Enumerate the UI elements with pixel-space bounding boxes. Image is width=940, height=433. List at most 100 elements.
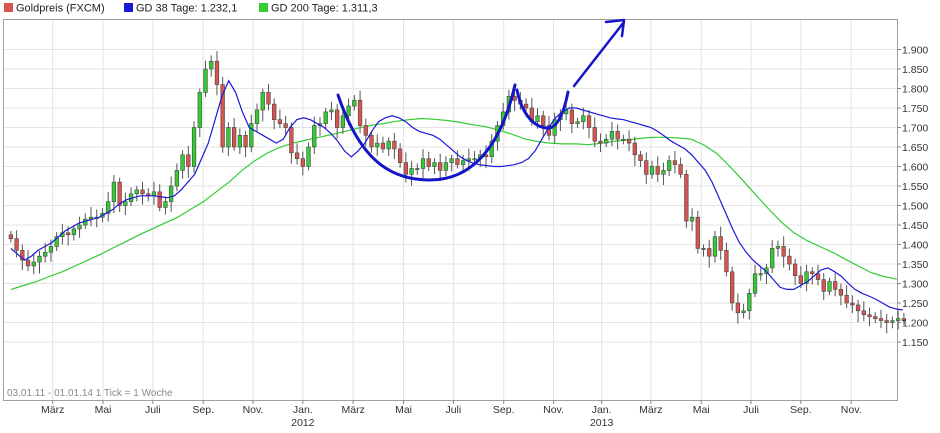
candle-body — [878, 318, 884, 321]
candle-body — [810, 271, 815, 275]
candle-body — [867, 314, 872, 317]
y-tick-label: 1.750 — [902, 103, 928, 115]
candle-body — [609, 131, 615, 140]
candle-body — [884, 320, 889, 323]
candle-body — [541, 115, 546, 126]
candle-body — [191, 127, 197, 167]
legend-swatch-gd38 — [124, 3, 133, 12]
candle-body — [289, 127, 294, 154]
candle-body — [449, 158, 454, 163]
candle-body — [707, 248, 712, 257]
candle-body — [460, 160, 466, 165]
candle-body — [855, 304, 861, 312]
candle-body — [375, 142, 380, 148]
candle-body — [43, 252, 48, 257]
candle-body — [890, 320, 895, 323]
candle-body — [277, 119, 283, 124]
candle-body — [861, 310, 866, 315]
candle-body — [535, 115, 540, 122]
y-tick-label: 1.900 — [902, 45, 928, 57]
candle-body — [752, 273, 758, 294]
x-tick-label: Jan. — [592, 404, 612, 416]
candle-body — [329, 109, 334, 113]
candle-body — [369, 135, 374, 148]
candle-body — [758, 273, 763, 276]
candle-body — [111, 181, 117, 202]
candle-body — [896, 318, 901, 321]
candle-body — [363, 125, 368, 136]
x-tick-label: Sep. — [192, 404, 214, 416]
candle-body — [157, 191, 162, 208]
candle-body — [592, 127, 597, 142]
candle-body — [724, 250, 729, 273]
legend-swatch-goldpreis — [4, 3, 13, 12]
candle-body — [455, 158, 460, 165]
candle-body — [117, 181, 122, 206]
x-tick-label: Nov. — [841, 404, 862, 416]
legend-label-gd38: GD 38 Tage: 1.232,1 — [136, 3, 237, 15]
candle-body — [203, 68, 208, 93]
y-tick-label: 1.550 — [902, 181, 928, 193]
candle-body — [781, 246, 786, 257]
candle-body — [71, 228, 76, 236]
candle-body — [432, 162, 437, 167]
candle-body — [340, 115, 346, 128]
candle-body — [621, 138, 626, 141]
y-tick-label: 1.600 — [902, 162, 928, 174]
candle-body — [575, 121, 580, 124]
candle-body — [174, 170, 180, 187]
candle-body — [163, 201, 168, 208]
candle-body — [661, 170, 666, 175]
candle-body — [638, 154, 643, 161]
candle-body — [380, 142, 386, 150]
candle-body — [770, 248, 775, 269]
candle-body — [615, 131, 620, 140]
y-tick-label: 1.700 — [902, 123, 928, 135]
candle-body — [632, 142, 637, 156]
candle-body — [792, 263, 798, 276]
candle-body — [283, 123, 288, 128]
y-tick-label: 1.450 — [902, 220, 928, 232]
candle-body — [775, 246, 781, 249]
candle-body — [25, 259, 31, 267]
candle-body — [249, 123, 254, 148]
legend-label-gd200: GD 200 Tage: 1.311,3 — [271, 3, 378, 15]
candle-body — [523, 103, 529, 109]
legend-swatch-gd200 — [259, 3, 268, 12]
candle-body — [644, 160, 649, 175]
x-tick-label: Juli — [445, 404, 461, 416]
y-tick-label: 1.650 — [902, 142, 928, 154]
candle-body — [169, 185, 174, 202]
y-tick-label: 1.800 — [902, 84, 928, 96]
candle-body — [77, 224, 82, 230]
candle-body — [649, 166, 655, 175]
candle-body — [672, 160, 678, 165]
candle-body — [472, 158, 477, 161]
x-tick-label: Nov. — [243, 404, 264, 416]
candle-body — [243, 135, 248, 148]
candle-body — [151, 191, 157, 197]
candle-body — [667, 160, 672, 171]
candle-body — [443, 162, 449, 171]
plot-area — [3, 19, 898, 401]
candle-body — [306, 146, 311, 167]
y-tick-label: 1.250 — [902, 298, 928, 310]
y-axis: 1.900 1.850 1.800 1.750 1.700 1.650 1.600 1.550… — [897, 45, 928, 349]
x-tick-label: Mai — [693, 404, 710, 416]
candle-body — [403, 162, 408, 175]
x-year-label: 2013 — [590, 417, 614, 429]
y-tick-label: 1.150 — [902, 337, 928, 349]
candle-body — [260, 92, 265, 111]
candle-body — [844, 294, 849, 304]
candle-body — [833, 281, 838, 290]
x-tick-label: März — [342, 404, 365, 416]
footer-note: 03.01.11 - 01.01.14 1 Tick = 1 Woche — [7, 388, 173, 399]
candle-body — [37, 255, 42, 263]
x-tick-label: Nov. — [543, 404, 564, 416]
candle-body — [231, 127, 237, 148]
candle-body — [397, 148, 403, 163]
candle-body — [352, 99, 357, 107]
x-tick-label: Sep. — [790, 404, 812, 416]
candle-body — [197, 92, 202, 128]
candle-body — [420, 158, 426, 169]
